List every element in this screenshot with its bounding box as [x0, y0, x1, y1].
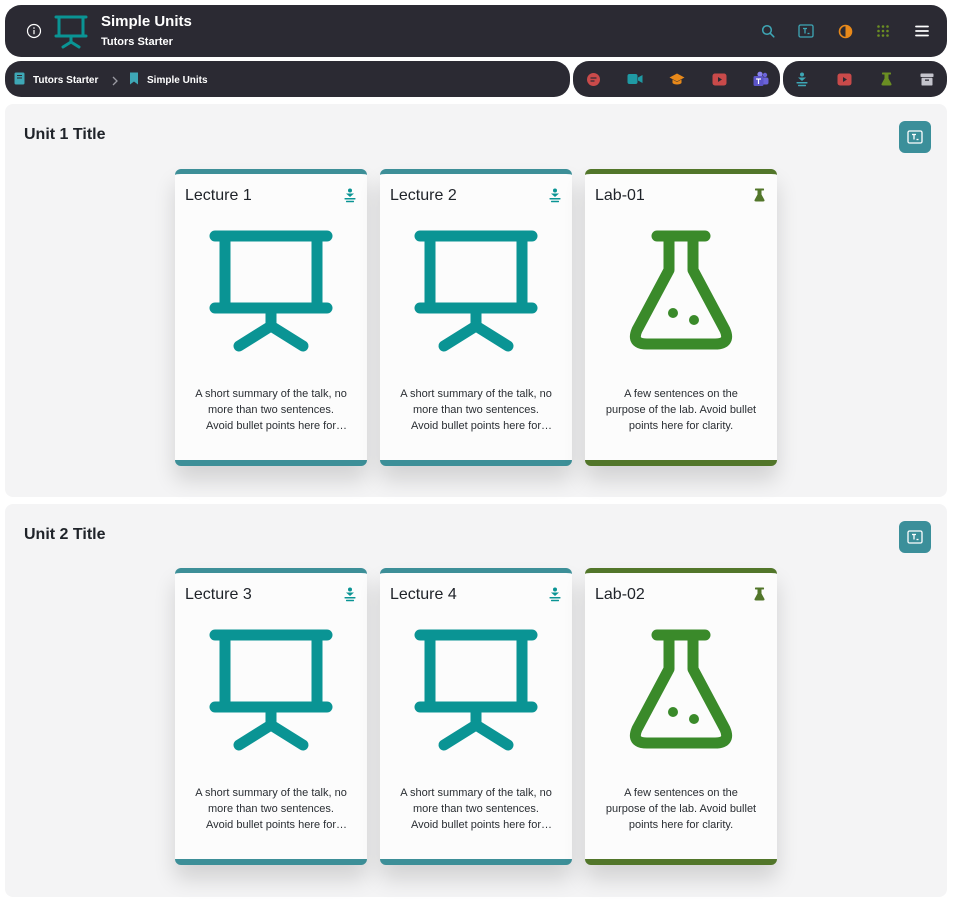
title-block: Simple Units Tutors Starter: [101, 13, 192, 50]
tutors-icon: [907, 130, 923, 144]
search-icon[interactable]: [760, 23, 776, 39]
app-subtitle: Tutors Starter: [101, 36, 173, 48]
lab-type-icon: [754, 587, 768, 603]
youtube-icon[interactable]: [711, 71, 727, 87]
teams-icon[interactable]: [753, 71, 769, 87]
card-lab[interactable]: Lab-01 A few sentences on the purpose of…: [585, 169, 777, 466]
breadcrumb-item-topic[interactable]: Simple Units: [129, 72, 208, 88]
presentation-icon: [412, 226, 540, 354]
card-summary: A short summary of the talk, no more tha…: [195, 787, 347, 831]
card-title: Lab-01: [595, 187, 645, 204]
card-lecture[interactable]: Lecture 1 A short summary of the talk, n…: [175, 169, 367, 466]
unit-tutors-button[interactable]: [899, 521, 931, 553]
companions-bar: [573, 61, 780, 97]
flask-icon: [617, 226, 745, 354]
card-summary: A short summary of the talk, no more tha…: [195, 388, 347, 432]
unit-tutors-button[interactable]: [899, 121, 931, 153]
lab-type-icon: [754, 188, 768, 204]
card-lab[interactable]: Lab-02 A few sentences on the purpose of…: [585, 568, 777, 865]
card-summary: A few sentences on the purpose of the la…: [605, 787, 757, 831]
card-title: Lecture 4: [390, 586, 457, 603]
unit-panel: Unit 2 Title Lecture 3 A short summary o…: [5, 504, 947, 897]
book-icon: [14, 72, 33, 88]
lecture-wall-icon[interactable]: [794, 71, 810, 87]
apps-grid-icon[interactable]: [875, 23, 891, 39]
theme-contrast-icon[interactable]: [837, 23, 853, 39]
unit-panel: Unit 1 Title Lecture 1 A short summary o…: [5, 104, 947, 497]
flask-icon: [617, 625, 745, 753]
app-title: Simple Units: [101, 13, 192, 30]
card-lecture[interactable]: Lecture 4 A short summary of the talk, n…: [380, 568, 572, 865]
bookmark-icon: [129, 72, 147, 88]
video-call-icon[interactable]: [627, 71, 643, 87]
info-icon[interactable]: [26, 23, 42, 39]
card-summary: A few sentences on the purpose of the la…: [605, 388, 757, 432]
unit-title: Unit 2 Title: [24, 526, 106, 543]
walls-bar: [783, 61, 947, 97]
unit-title: Unit 1 Title: [24, 126, 106, 143]
tutors-icon: [907, 530, 923, 544]
presentation-icon: [52, 13, 90, 51]
lab-wall-icon[interactable]: [878, 71, 894, 87]
card-lecture[interactable]: Lecture 3 A short summary of the talk, n…: [175, 568, 367, 865]
lecture-type-icon: [344, 587, 358, 603]
video-wall-icon[interactable]: [836, 71, 852, 87]
breadcrumb-item-course[interactable]: Tutors Starter: [14, 72, 98, 88]
card-title: Lab-02: [595, 586, 645, 603]
breadcrumb-label: Tutors Starter: [33, 74, 99, 86]
tutors-icon[interactable]: [798, 23, 814, 39]
lecture-type-icon: [344, 188, 358, 204]
card-title: Lecture 2: [390, 187, 457, 204]
presentation-icon: [207, 226, 335, 354]
top-bar: Simple Units Tutors Starter: [5, 5, 947, 57]
presentation-icon: [412, 625, 540, 753]
graduation-cap-icon[interactable]: [669, 71, 685, 87]
chevron-right-icon: [111, 73, 119, 91]
lecture-type-icon: [549, 587, 563, 603]
breadcrumb-label: Simple Units: [147, 74, 208, 86]
hamburger-menu-icon[interactable]: [914, 23, 930, 39]
card-title: Lecture 3: [185, 586, 252, 603]
breadcrumb: Tutors Starter Simple Units: [5, 61, 570, 97]
presentation-icon: [207, 625, 335, 753]
card-lecture[interactable]: Lecture 2 A short summary of the talk, n…: [380, 169, 572, 466]
archive-icon[interactable]: [919, 71, 935, 87]
card-summary: A short summary of the talk, no more tha…: [400, 787, 552, 831]
chat-icon[interactable]: [585, 71, 601, 87]
card-title: Lecture 1: [185, 187, 252, 204]
lecture-type-icon: [549, 188, 563, 204]
card-summary: A short summary of the talk, no more tha…: [400, 388, 552, 432]
